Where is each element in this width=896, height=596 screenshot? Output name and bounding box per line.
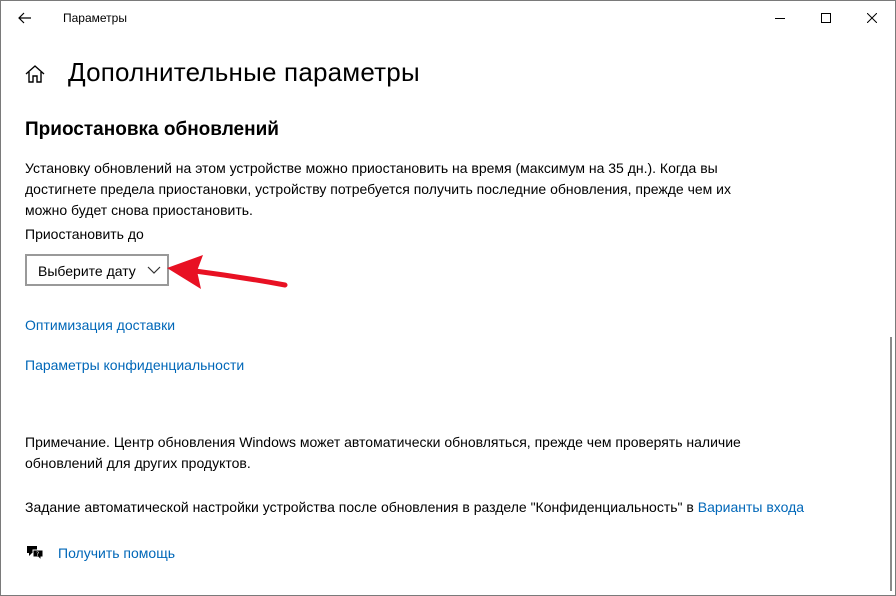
- close-button[interactable]: [849, 1, 895, 35]
- pause-until-label: Приостановить до: [25, 226, 144, 242]
- maximize-icon: [821, 13, 831, 23]
- chevron-down-icon: [147, 266, 161, 274]
- arrow-left-icon: [18, 12, 31, 24]
- annotation-arrow: [167, 255, 288, 289]
- title-bar: Параметры: [1, 1, 895, 35]
- pause-date-value: Выберите дату: [38, 263, 136, 279]
- pause-description-line: достигнете предела приостановки, устройс…: [25, 181, 731, 197]
- note-line: Примечание. Центр обновления Windows мож…: [25, 434, 741, 450]
- back-button[interactable]: [1, 1, 49, 35]
- minimize-button[interactable]: [757, 1, 803, 35]
- sign-in-options-link[interactable]: Варианты входа: [698, 499, 804, 515]
- pause-description-line: Установку обновлений на этом устройстве …: [25, 160, 718, 176]
- chat-help-icon: ?: [27, 546, 44, 562]
- windows-update-note: Примечание. Центр обновления Windows мож…: [25, 432, 815, 474]
- minimize-icon: [775, 18, 785, 19]
- close-icon: [867, 13, 877, 23]
- scrollbar[interactable]: [890, 337, 892, 591]
- maximize-button[interactable]: [803, 1, 849, 35]
- pause-description: Установку обновлений на этом устройстве …: [25, 158, 815, 221]
- privacy-settings-link[interactable]: Параметры конфиденциальности: [25, 357, 244, 373]
- get-help-link[interactable]: Получить помощь: [58, 545, 175, 561]
- home-icon[interactable]: [24, 63, 46, 85]
- auto-setup-text: Задание автоматической настройки устройс…: [25, 497, 875, 518]
- svg-text:?: ?: [36, 551, 39, 558]
- section-heading-pause: Приостановка обновлений: [25, 119, 279, 140]
- pause-description-line: можно будет снова приостановить.: [25, 202, 253, 218]
- window-title: Параметры: [63, 11, 127, 25]
- note-line: обновлений для других продуктов.: [25, 455, 251, 471]
- auto-setup-label: Задание автоматической настройки устройс…: [25, 499, 698, 515]
- pause-date-dropdown[interactable]: Выберите дату: [25, 254, 169, 286]
- page-title: Дополнительные параметры: [68, 57, 420, 87]
- settings-window: Параметры Дополнительные параметры Приос…: [0, 0, 896, 596]
- delivery-optimization-link[interactable]: Оптимизация доставки: [25, 317, 175, 333]
